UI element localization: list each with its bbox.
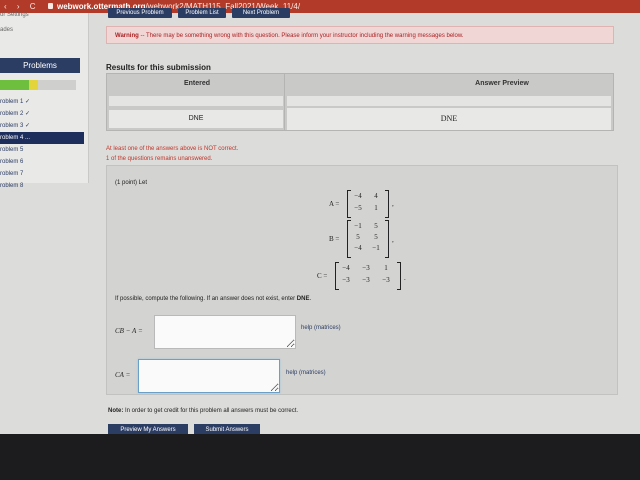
matrix-a-label: A = — [329, 200, 340, 208]
matrix-b-cell: −1 — [354, 222, 362, 230]
sidebar-item-problem-3[interactable]: roblem 3 ✓ — [0, 120, 84, 132]
matrix-c: C = −4 −3 1 −3 −3 −3 . — [317, 262, 417, 290]
previous-problem-button[interactable]: Previous Problem — [108, 8, 172, 18]
screen: ‹ › C webwork.ottermath.org/webwork2/MAT… — [0, 0, 640, 434]
results-divider — [284, 74, 285, 130]
question-2-label: CA = — [115, 371, 131, 379]
next-problem-button[interactable]: Next Problem — [232, 8, 290, 18]
warning-label: Warning — [115, 33, 139, 39]
matrix-a-cell: −4 — [354, 192, 362, 200]
matrix-a-cell: 4 — [374, 192, 378, 200]
note-label: Note: — [108, 408, 124, 414]
compute-keyword: DNE — [296, 296, 310, 302]
matrix-c-trailer: . — [404, 274, 406, 282]
answer-cb-minus-a-field[interactable] — [154, 315, 296, 349]
compute-suffix: . — [309, 296, 312, 302]
compute-instruction: If possible, compute the following. If a… — [115, 296, 311, 302]
help-matrices-link-1[interactable]: help (matrices) — [301, 325, 341, 331]
problem-panel: (1 point) Let A = −4 4 −5 1 , B = −1 5 5… — [106, 165, 618, 395]
matrix-c-cell: 1 — [384, 264, 388, 272]
help-matrices-link-2[interactable]: help (matrices) — [286, 370, 326, 376]
matrix-b-cell: −4 — [354, 244, 362, 252]
warning-banner: Warning -- There may be something wrong … — [106, 26, 614, 44]
matrix-c-cell: −3 — [362, 264, 370, 272]
matrix-c-cell: −3 — [382, 276, 390, 284]
compute-prefix: If possible, compute the following. If a… — [115, 296, 297, 302]
results-row-empty-entered — [109, 96, 283, 106]
matrix-c-cell: −3 — [342, 276, 350, 284]
results-row-empty-preview — [287, 96, 611, 106]
sidebar-item-problem-7[interactable]: roblem 7 — [0, 168, 84, 180]
progress-bar — [0, 80, 76, 90]
problem-list-button[interactable]: Problem List — [178, 8, 226, 18]
sidebar-item-problem-1[interactable]: roblem 1 ✓ — [0, 96, 84, 108]
matrix-b-cell: −1 — [372, 244, 380, 252]
preview-answers-button[interactable]: Preview My Answers — [108, 424, 188, 434]
matrix-c-cell: −4 — [342, 264, 350, 272]
submit-answers-button[interactable]: Submit Answers — [194, 424, 260, 434]
laptop-bezel — [0, 434, 640, 480]
matrix-b-cell: 5 — [374, 222, 378, 230]
note-text: In order to get credit for this problem … — [123, 408, 299, 414]
sidebar-item-problem-8[interactable]: roblem 8 — [0, 180, 84, 192]
matrix-c-label: C = — [317, 272, 328, 280]
problems-heading: Problems — [0, 58, 80, 73]
browser-address-bar: ‹ › C webwork.ottermath.org/webwork2/MAT… — [0, 0, 640, 13]
matrix-b-cell: 5 — [356, 233, 360, 241]
results-header-preview: Answer Preview — [475, 80, 529, 87]
progress-partial-fill — [28, 80, 38, 90]
sidebar-item-problem-4[interactable]: roblem 4 ... — [0, 132, 84, 144]
matrix-a-trailer: , — [392, 200, 394, 208]
sidebar-item-problem-2[interactable]: roblem 2 ✓ — [0, 108, 84, 120]
unanswered-message: 1 of the questions remains unanswered. — [106, 156, 213, 162]
matrix-c-right-bracket — [397, 262, 401, 290]
results-title: Results for this submission — [106, 63, 211, 72]
results-cell-entered: DNE — [109, 110, 283, 128]
problem-intro: (1 point) Let — [115, 180, 148, 186]
sidebar-item-problem-6[interactable]: roblem 6 — [0, 156, 84, 168]
matrix-a-cell: −5 — [354, 204, 362, 212]
matrix-c-cell: −3 — [362, 276, 370, 284]
matrix-b: B = −1 5 5 5 −4 −1 , — [329, 220, 413, 258]
matrix-b-cell: 5 — [374, 233, 378, 241]
credit-note: Note: In order to get credit for this pr… — [108, 408, 298, 414]
not-correct-message: At least one of the answers above is NOT… — [106, 146, 239, 152]
problem-list: roblem 1 ✓ roblem 2 ✓ roblem 3 ✓ roblem … — [0, 96, 84, 192]
progress-correct-fill — [0, 80, 29, 90]
matrix-b-label: B = — [329, 235, 340, 243]
lock-icon — [48, 3, 53, 9]
sidebar-item-problem-5[interactable]: roblem 5 — [0, 144, 84, 156]
results-header-entered: Entered — [183, 80, 211, 87]
matrix-b-right-bracket — [385, 220, 389, 258]
matrix-a-right-bracket — [385, 190, 389, 218]
sidebar-link-grades[interactable]: ades — [0, 27, 13, 33]
question-1-label: CB − A = — [115, 327, 143, 335]
warning-text: -- There may be something wrong with thi… — [140, 33, 464, 39]
results-table: Entered Answer Preview DNE DNE — [106, 73, 614, 131]
matrix-a-cell: 1 — [374, 204, 378, 212]
results-cell-preview: DNE — [287, 108, 611, 130]
matrix-a: A = −4 4 −5 1 , — [329, 190, 413, 218]
sidebar-link-settings[interactable]: or Settings — [0, 12, 29, 18]
answer-ca-field[interactable] — [138, 359, 280, 393]
matrix-b-trailer: , — [392, 236, 394, 244]
sidebar: or Settings ades Problems roblem 1 ✓ rob… — [0, 12, 89, 189]
